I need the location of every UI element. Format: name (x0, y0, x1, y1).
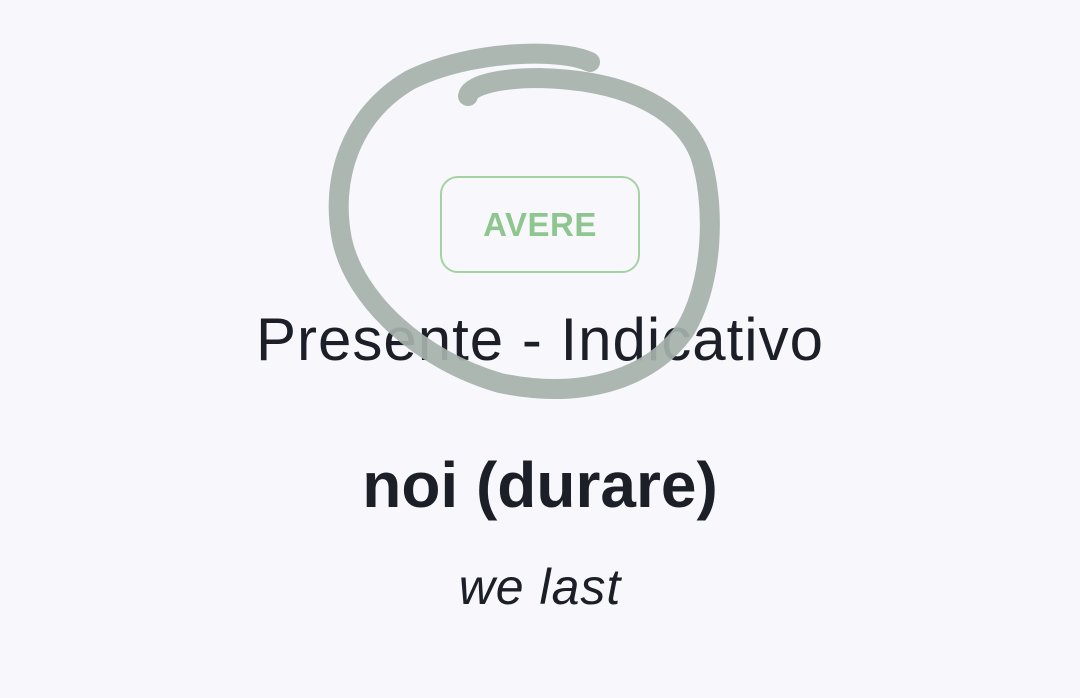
conjugation-prompt: noi (durare) (362, 449, 718, 521)
auxiliary-verb-button[interactable]: AVERE (440, 176, 640, 273)
translation-text: we last (458, 559, 622, 615)
flashcard-screen: AVERE Presente - Indicativo noi (durare)… (0, 0, 1080, 698)
tense-label: Presente - Indicativo (256, 306, 824, 373)
